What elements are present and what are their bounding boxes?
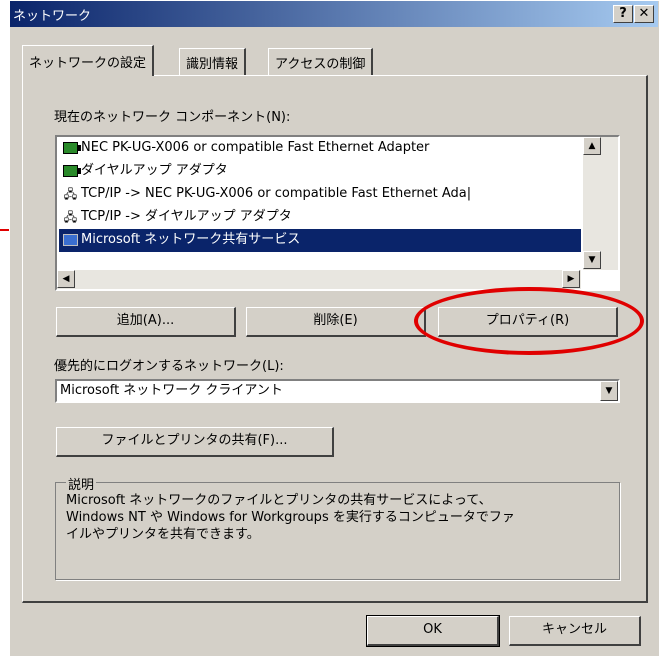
network-adapter-icon xyxy=(63,142,81,154)
description-group: 説明 Microsoft ネットワークのファイルとプリンタの共有サービスによって… xyxy=(55,474,620,580)
scroll-down-icon[interactable]: ▼ xyxy=(583,251,601,269)
file-print-sharing-button[interactable]: ファイルとプリンタの共有(F)... xyxy=(56,427,334,457)
close-button[interactable]: ✕ xyxy=(634,5,654,23)
components-label: 現在のネットワーク コンポーネント(N): xyxy=(54,110,291,125)
description-text: Microsoft ネットワークのファイルとプリンタの共有サービスによって、 W… xyxy=(66,493,515,542)
logon-network-select[interactable]: Microsoft ネットワーク クライアント ▼ xyxy=(55,379,620,403)
list-item-label: TCP/IP -> ダイヤルアップ アダプタ xyxy=(81,209,292,224)
horizontal-scrollbar[interactable]: ◀ ▶ xyxy=(57,270,581,289)
network-adapter-icon xyxy=(63,165,81,177)
scroll-right-icon[interactable]: ▶ xyxy=(562,270,580,288)
vertical-scrollbar[interactable]: ▲ ▼ xyxy=(583,137,618,270)
components-list[interactable]: NEC PK-UG-X006 or compatible Fast Ethern… xyxy=(55,135,620,291)
list-item[interactable]: 🖧 TCP/IP -> ダイヤルアップ アダプタ xyxy=(59,206,581,229)
tab-access-control[interactable]: アクセスの制御 xyxy=(268,48,374,75)
network-dialog: ネットワーク ? ✕ ネットワークの設定 識別情報 アクセスの制御 現在のネット… xyxy=(9,0,659,656)
title-bar: ネットワーク ? ✕ xyxy=(10,1,658,27)
logon-network-value: Microsoft ネットワーク クライアント xyxy=(60,383,283,398)
list-item[interactable]: ダイヤルアップ アダプタ xyxy=(59,160,581,183)
tab-network-settings[interactable]: ネットワークの設定 xyxy=(22,45,155,76)
properties-button[interactable]: プロパティ(R) xyxy=(438,307,618,337)
add-button[interactable]: 追加(A)... xyxy=(56,307,236,337)
scroll-left-icon[interactable]: ◀ xyxy=(57,270,75,288)
list-item[interactable]: 🖧 TCP/IP -> NEC PK-UG-X006 or compatible… xyxy=(59,183,581,206)
protocol-icon: 🖧 xyxy=(63,210,78,224)
list-item-label: ダイヤルアップ アダプタ xyxy=(81,163,228,178)
list-item-label: Microsoft ネットワーク共有サービス xyxy=(81,232,301,247)
list-item[interactable]: NEC PK-UG-X006 or compatible Fast Ethern… xyxy=(59,137,581,160)
protocol-icon: 🖧 xyxy=(63,187,78,201)
ok-button[interactable]: OK xyxy=(366,615,500,647)
list-item-label: NEC PK-UG-X006 or compatible Fast Ethern… xyxy=(81,140,430,155)
cancel-button[interactable]: キャンセル xyxy=(509,616,641,646)
tab-identification[interactable]: 識別情報 xyxy=(179,48,247,75)
service-icon xyxy=(63,234,78,246)
remove-button[interactable]: 削除(E) xyxy=(246,307,426,337)
list-item-selected[interactable]: Microsoft ネットワーク共有サービス xyxy=(59,229,581,252)
help-button[interactable]: ? xyxy=(613,5,633,23)
chevron-down-icon[interactable]: ▼ xyxy=(600,381,618,401)
window-title: ネットワーク xyxy=(13,9,92,24)
scroll-up-icon[interactable]: ▲ xyxy=(583,137,601,155)
logon-label: 優先的にログオンするネットワーク(L): xyxy=(54,359,284,374)
list-item-label: TCP/IP -> NEC PK-UG-X006 or compatible F… xyxy=(81,186,472,201)
description-title: 説明 xyxy=(66,474,97,493)
